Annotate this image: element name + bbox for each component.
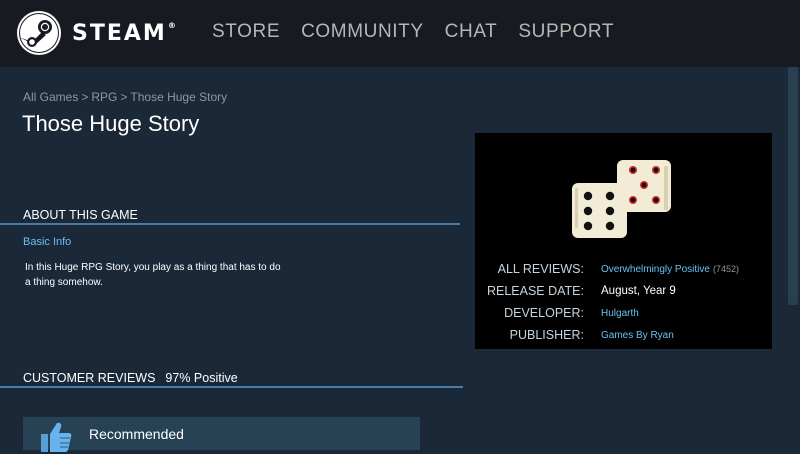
reviews-section-heading: CUSTOMER REVIEWS 97% Positive xyxy=(0,371,463,388)
basic-info-link[interactable]: Basic Info xyxy=(23,236,71,248)
reviews-heading-text: CUSTOMER REVIEWS xyxy=(23,371,156,385)
developer-link[interactable]: Hulgarth xyxy=(601,308,639,319)
top-nav-bar: STEAM® STORE COMMUNITY CHAT SUPPORT xyxy=(0,0,800,67)
breadcrumb-all-games[interactable]: All Games xyxy=(23,90,78,104)
recommended-review-bar[interactable]: Recommended xyxy=(23,417,420,452)
about-heading-text: ABOUT THIS GAME xyxy=(23,208,138,222)
breadcrumb-separator: > xyxy=(120,90,128,104)
reviews-percent: 97% Positive xyxy=(165,371,238,385)
breadcrumb-current-game[interactable]: Those Huge Story xyxy=(130,90,227,104)
page-scrollbar[interactable] xyxy=(786,67,800,450)
nav-support[interactable]: SUPPORT xyxy=(518,21,614,43)
steam-logo-icon xyxy=(17,11,61,55)
game-description: In this Huge RPG Story, you play as a th… xyxy=(25,260,335,290)
about-section-heading: ABOUT THIS GAME xyxy=(0,208,460,225)
description-line: In this Huge RPG Story, you play as a th… xyxy=(25,262,281,273)
dice-icon xyxy=(572,160,671,238)
breadcrumb-rpg[interactable]: RPG xyxy=(91,90,117,104)
nav-chat[interactable]: CHAT xyxy=(445,21,498,43)
breadcrumb-separator: > xyxy=(81,90,89,104)
breadcrumb: All Games > RPG > Those Huge Story xyxy=(23,90,227,104)
publisher-label: PUBLISHER: xyxy=(509,328,584,342)
steam-logo[interactable]: STEAM® xyxy=(16,10,178,56)
game-info-panel: ALL REVIEWS: Overwhelmingly Positive (745… xyxy=(475,133,772,349)
logo-wordmark: STEAM® xyxy=(72,20,178,46)
info-row-release-date: RELEASE DATE: August, Year 9 xyxy=(475,284,772,302)
nav-community[interactable]: COMMUNITY xyxy=(301,21,424,43)
nav-store[interactable]: STORE xyxy=(212,21,280,43)
publisher-link[interactable]: Games By Ryan xyxy=(601,330,674,341)
section-divider xyxy=(0,386,463,388)
all-reviews-count: (7452) xyxy=(712,264,739,274)
info-row-developer: DEVELOPER: Hulgarth xyxy=(475,306,772,324)
developer-label: DEVELOPER: xyxy=(504,306,584,320)
all-reviews-summary-link[interactable]: Overwhelmingly Positive xyxy=(601,264,710,275)
release-date-value: August, Year 9 xyxy=(601,285,676,297)
thumbs-up-icon xyxy=(41,422,72,452)
all-reviews-label: ALL REVIEWS: xyxy=(497,262,584,276)
release-date-label: RELEASE DATE: xyxy=(486,284,584,298)
info-row-all-reviews: ALL REVIEWS: Overwhelmingly Positive (745… xyxy=(475,262,772,280)
main-nav: STORE COMMUNITY CHAT SUPPORT xyxy=(212,21,635,43)
page-title: Those Huge Story xyxy=(22,111,200,136)
scrollbar-thumb[interactable] xyxy=(788,67,798,305)
section-divider xyxy=(0,223,460,225)
all-reviews-value: Overwhelmingly Positive (7452) xyxy=(601,264,739,275)
info-row-publisher: PUBLISHER: Games By Ryan xyxy=(475,328,772,346)
recommend-label: Recommended xyxy=(89,425,184,442)
description-line: a thing somehow. xyxy=(25,277,103,288)
